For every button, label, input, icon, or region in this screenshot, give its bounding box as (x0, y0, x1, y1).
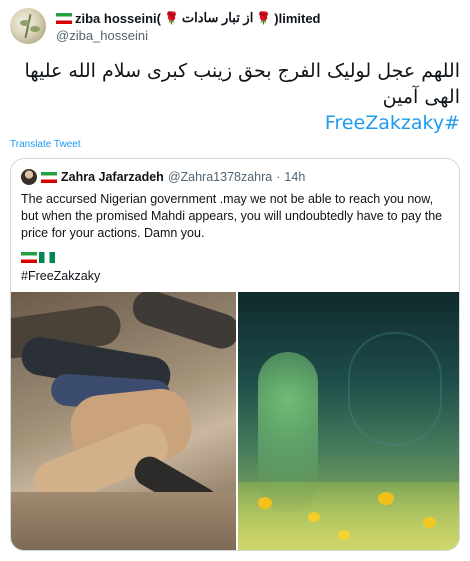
media-photo-left[interactable] (11, 292, 236, 550)
display-name-persian: از تبار سادات (181, 10, 254, 25)
rose-icon: 🌹 (256, 11, 272, 25)
display-name-suffix: )limited (274, 10, 321, 26)
quoted-author-name[interactable]: Zahra Jafarzadeh (61, 170, 164, 184)
quoted-tweet-hashtag[interactable]: #FreeZakzaky (21, 269, 100, 283)
display-name-prefix: ziba hosseini( (75, 10, 161, 26)
separator-dot: · (276, 170, 281, 184)
rose-icon: 🌹 (163, 11, 179, 25)
flag-iran-icon (56, 12, 72, 24)
quoted-tweet-header: Zahra Jafarzadeh @Zahra1378zahra · 14h (21, 168, 305, 186)
quoted-tweet-time[interactable]: 14h (284, 170, 305, 184)
tweet-text: اللهم عجل لولیک الفرج بحق زینب کبری سلام… (24, 60, 460, 108)
tweet-header: ziba hosseini( 🌹 از تبار سادات 🌹 )limite… (10, 8, 460, 44)
quoted-tweet-text: The accursed Nigerian government .may we… (21, 192, 443, 240)
quoted-author-handle[interactable]: @Zahra1378zahra (168, 170, 272, 184)
media-photo-right[interactable] (238, 292, 459, 550)
flag-iran-icon (41, 171, 57, 183)
translate-tweet-link[interactable]: Translate Tweet (10, 139, 81, 150)
quoted-tweet-media (11, 292, 459, 550)
flag-nigeria-icon (39, 252, 55, 263)
quoted-author-avatar[interactable] (21, 169, 37, 185)
quoted-tweet-flags (21, 252, 55, 263)
tweet-body: اللهم عجل لولیک الفرج بحق زینب کبری سلام… (10, 58, 460, 136)
quoted-tweet[interactable]: Zahra Jafarzadeh @Zahra1378zahra · 14h T… (10, 158, 460, 551)
author-avatar[interactable] (10, 8, 46, 44)
tweet-hashtag[interactable]: #FreeZakzaky (10, 110, 460, 136)
author-handle[interactable]: @ziba_hosseini (56, 28, 148, 43)
author-display-name[interactable]: ziba hosseini( 🌹 از تبار سادات 🌹 )limite… (56, 10, 321, 26)
flag-iran-icon (21, 252, 37, 263)
